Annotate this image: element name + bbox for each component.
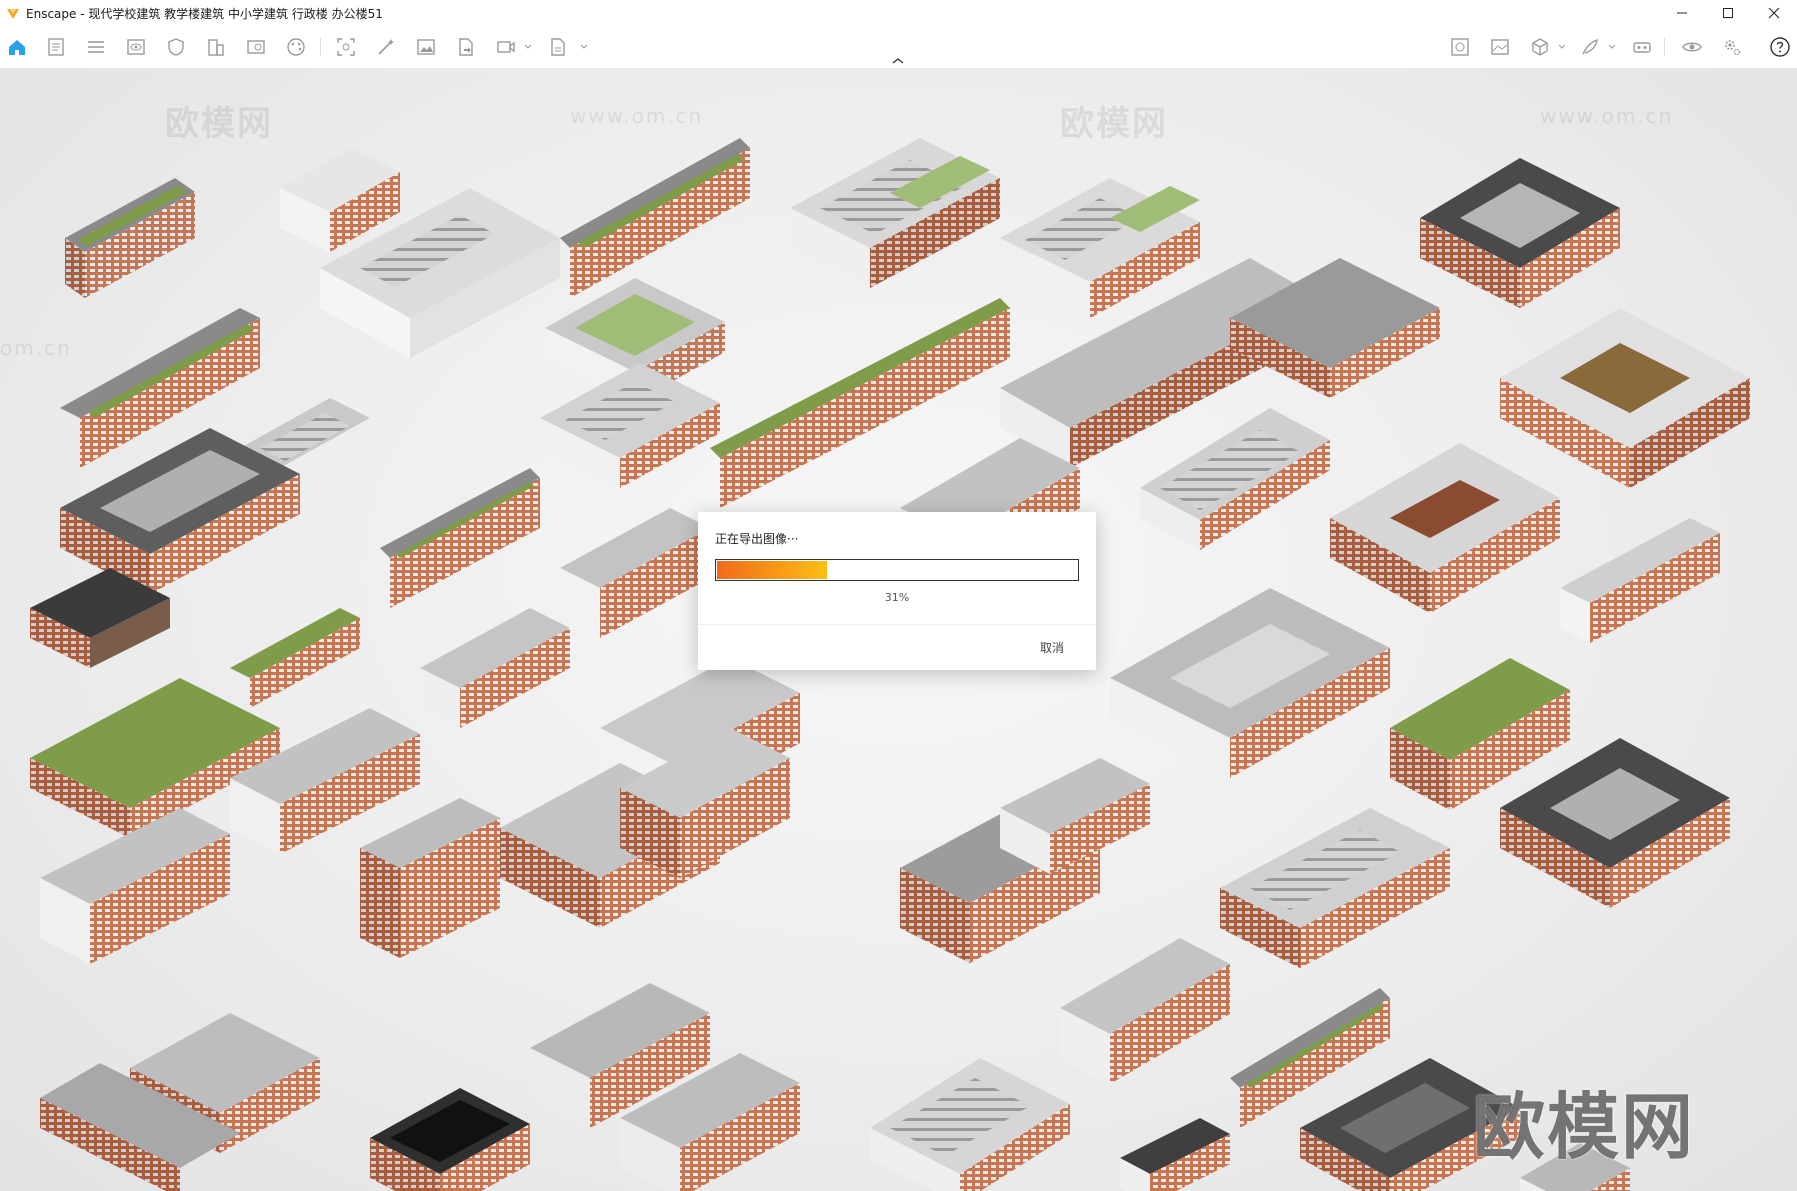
safe-frame-button[interactable] [164,35,188,59]
material-icon [1451,38,1469,56]
video-dropdown-icon[interactable] [524,44,532,50]
view-visibility-button[interactable] [1680,35,1704,59]
vr-headset-icon [1633,42,1651,53]
cube-icon [1532,38,1548,56]
watermark: 欧模网 [1060,104,1168,144]
dialog-title: 正在导出图像··· [715,532,799,546]
image-icon [417,39,435,55]
progress-bar-fill [717,561,828,579]
export-progress-dialog: 正在导出图像··· 31% 取消 [698,512,1096,670]
dialog-divider [698,624,1096,625]
help-button[interactable] [1768,35,1792,59]
magic-wand-button[interactable] [374,35,398,59]
document-icon [48,38,64,56]
cube-button[interactable] [1528,35,1552,59]
capture-icon [337,38,355,56]
view-eye-icon [1682,42,1702,52]
cancel-button[interactable]: 取消 [1036,637,1068,658]
landscape-button[interactable] [1488,35,1512,59]
progress-percent-label: 31% [884,591,910,604]
feather-dropdown-icon[interactable] [1608,44,1616,50]
large-watermark: 欧模网 [1473,1085,1696,1169]
video-button[interactable] [494,35,518,59]
eye-frame-icon [127,39,145,55]
close-button[interactable] [1751,0,1797,26]
maximize-icon [1723,8,1733,18]
view-frame-button[interactable] [124,35,148,59]
document-button[interactable] [44,35,68,59]
image-button[interactable] [414,35,438,59]
minimize-icon [1677,12,1687,14]
layers-icon [88,41,104,53]
batch-render-button[interactable] [546,35,570,59]
watermark: www.om.cn [570,104,704,128]
watermark: om.cn [0,336,72,360]
cube-dropdown-icon[interactable] [1558,44,1566,50]
building-button[interactable] [204,35,228,59]
maximize-button[interactable] [1705,0,1751,26]
landscape-icon [1491,39,1509,55]
settings-button[interactable] [1720,35,1744,59]
home-button[interactable] [5,35,29,59]
collapse-toolbar-chevron-icon[interactable] [890,56,906,66]
building-icon [208,39,224,56]
shield-icon [168,38,184,56]
video-icon [497,41,515,53]
enscape-logo-icon [7,9,19,19]
layers-button[interactable] [84,35,108,59]
home-icon [9,40,25,55]
export-file-button[interactable] [454,35,478,59]
asset-library-icon [247,40,265,54]
watermark: 欧模网 [165,104,273,144]
progress-bar [715,559,1079,581]
toolbar-separator [1664,38,1665,56]
feather-icon [1582,38,1598,55]
material-button[interactable] [1448,35,1472,59]
asset-library-button[interactable] [244,35,268,59]
capture-button[interactable] [334,35,358,59]
magic-wand-icon [378,39,394,55]
toolbar-separator [320,38,321,56]
watermark: www.om.cn [1540,104,1674,128]
batch-dropdown-icon[interactable] [580,44,588,50]
close-icon [1768,7,1780,19]
settings-icon [1725,40,1741,56]
palette-button[interactable] [284,35,308,59]
vr-button[interactable] [1630,35,1654,59]
title-bar: Enscape - 现代学校建筑 教学楼建筑 中小学建筑 行政楼 办公楼51 [0,0,1797,26]
window-controls [1659,0,1797,26]
feather-button[interactable] [1578,35,1602,59]
palette-icon [287,38,305,56]
minimize-button[interactable] [1659,0,1705,26]
batch-render-icon [551,38,565,56]
help-icon [1770,37,1790,57]
window-title: Enscape - 现代学校建筑 教学楼建筑 中小学建筑 行政楼 办公楼51 [26,6,383,21]
export-file-icon [459,38,473,56]
